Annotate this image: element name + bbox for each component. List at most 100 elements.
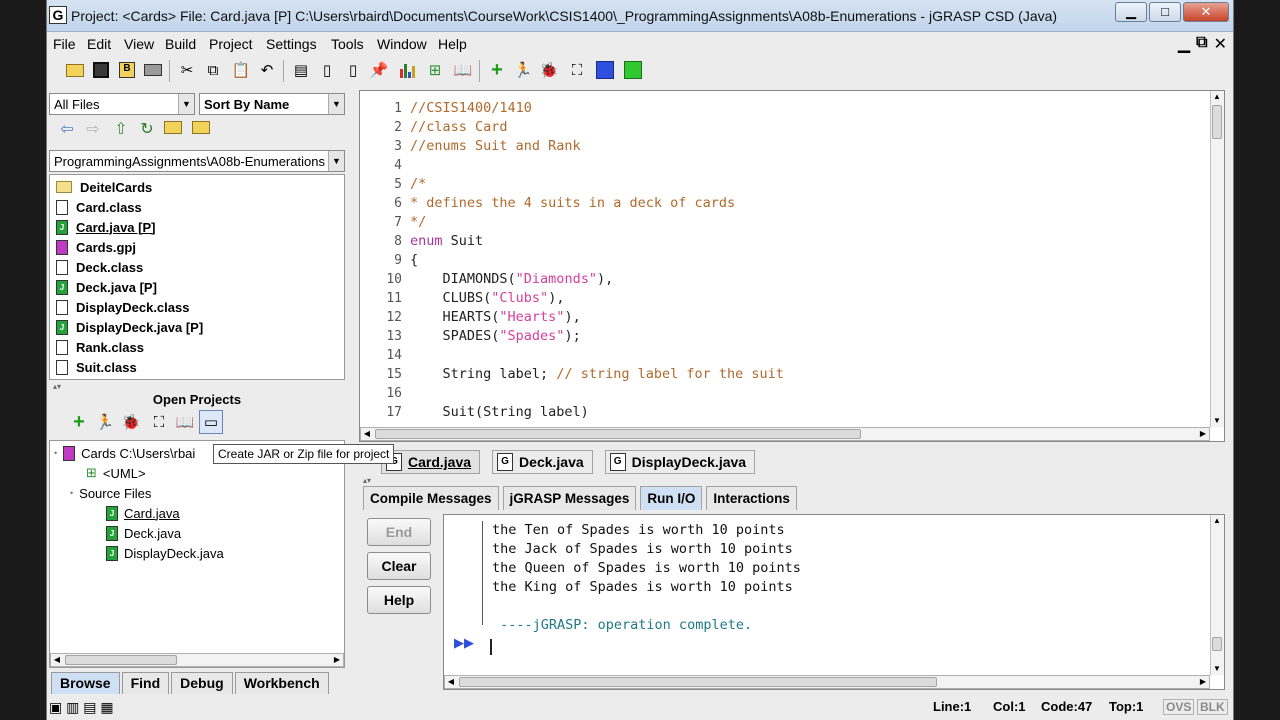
help-button[interactable]: Help [367,586,431,614]
layout-icons[interactable]: ▣ ▥ ▤ ▦ [49,699,114,716]
cut-icon[interactable]: ✂ [175,58,199,82]
run-io-output[interactable]: the Ten of Spades is worth 10 points the… [443,514,1225,690]
browse-icon[interactable]: ▤ [289,58,313,82]
viewer-project-icon[interactable]: ⛶ [147,410,171,434]
scroll-thumb[interactable] [375,429,861,439]
tab-browse[interactable]: Browse [51,672,120,694]
tab-debug[interactable]: Debug [171,672,233,694]
scroll-down-icon[interactable]: ▼ [1211,663,1223,675]
menu-project[interactable]: Project [209,36,253,52]
doc-close-button[interactable]: ✕ [1214,34,1227,54]
list-item[interactable]: DisplayDeck.class [56,297,189,317]
scroll-thumb[interactable] [1212,105,1222,139]
save-icon[interactable] [89,58,113,82]
scroll-down-icon[interactable]: ▼ [1211,415,1223,427]
output-hscrollbar[interactable]: ◀ ▶ [444,675,1210,689]
scroll-up-icon[interactable]: ▲ [1211,515,1223,527]
tab-interactions[interactable]: Interactions [706,486,797,510]
path-dropdown[interactable]: ProgrammingAssignments\A08b-Enumerations… [49,150,345,172]
tab-run-io[interactable]: Run I/O [640,486,703,510]
run-project-icon[interactable]: 🏃 [93,410,117,434]
project-root[interactable]: • Cards C:\Users\rbai [54,443,195,463]
scroll-up-icon[interactable]: ▲ [1211,91,1223,103]
tree-toggle-icon[interactable]: • [54,448,57,458]
splitter-handle[interactable]: ▴▾ [363,476,371,485]
editor-vscrollbar[interactable]: ▲ ▼ [1210,91,1224,427]
list-item[interactable]: Suit.class [56,357,137,377]
uml-icon[interactable]: ⊞ [423,58,447,82]
paste-icon[interactable]: 📋 [229,58,253,82]
debug-icon[interactable]: 🐞 [537,58,561,82]
tab-find[interactable]: Find [121,672,170,694]
scroll-right-icon[interactable]: ▶ [331,654,343,666]
list-item[interactable]: Cards.gpj [56,237,136,257]
chart-icon[interactable] [395,58,419,82]
tree-toggle-icon[interactable]: • [70,488,73,498]
splitter-handle[interactable]: ▴▾ [53,382,61,391]
file-tab-deck[interactable]: G Deck.java [492,450,593,474]
menu-file[interactable]: File [53,36,76,52]
scroll-thumb[interactable] [459,677,937,687]
source-file-item[interactable]: J Card.java [106,503,180,523]
close-button[interactable]: ✕ [1183,2,1229,22]
save-all-icon[interactable]: B [115,58,139,82]
list-item[interactable]: J Card.java [P] [56,217,155,237]
project-tree-hscrollbar[interactable]: ◀ ▶ [50,653,344,667]
undo-icon[interactable]: ↶ [255,58,279,82]
source-files-node[interactable]: • Source Files [70,483,151,503]
end-button[interactable]: End [367,518,431,546]
folder-icon[interactable] [161,118,185,142]
jar-icon[interactable]: ▭ [199,410,223,434]
run-icon[interactable]: 🏃 [511,58,535,82]
minimize-button[interactable]: ▁ [1115,2,1147,22]
sort-dropdown[interactable]: Sort By Name ▼ [199,93,345,115]
scroll-left-icon[interactable]: ◀ [361,428,373,440]
print-icon[interactable] [141,58,165,82]
up-folder-icon[interactable]: ⇧ [109,118,133,142]
clear-button[interactable]: Clear [367,552,431,580]
compile-project-icon[interactable]: + [67,410,91,434]
maximize-button[interactable]: □ [1149,2,1181,22]
viewer-icon[interactable]: ⛶ [565,58,589,82]
menu-settings[interactable]: Settings [266,36,317,52]
tab-jgrasp-messages[interactable]: jGRASP Messages [502,486,637,510]
refresh-icon[interactable]: ↻ [135,118,159,142]
square-icon[interactable] [593,58,617,82]
forward-arrow-icon[interactable]: ⇨ [81,118,105,142]
file-tab-card[interactable]: G Card.java [381,450,481,474]
menu-window[interactable]: Window [377,36,427,52]
copy-icon[interactable]: ⧉ [201,58,225,82]
scroll-thumb[interactable] [65,655,177,665]
menu-help[interactable]: Help [438,36,467,52]
list-item[interactable]: Card.class [56,197,142,217]
compile-icon[interactable]: + [485,58,509,82]
green-panel-icon[interactable] [621,58,645,82]
scroll-right-icon[interactable]: ▶ [1197,428,1209,440]
list-item[interactable]: J Deck.java [P] [56,277,157,297]
tab-compile-messages[interactable]: Compile Messages [363,486,499,510]
pin-icon[interactable]: 📌 [367,58,391,82]
list-item[interactable]: DeitelCards [56,177,152,197]
menu-view[interactable]: View [124,36,154,52]
book-project-icon[interactable]: 📖 [173,410,197,434]
source-file-item[interactable]: J DisplayDeck.java [106,543,224,563]
uml-node[interactable]: ⊞ <UML> [86,463,146,483]
menu-tools[interactable]: Tools [331,36,364,52]
output-vscrollbar[interactable]: ▲ ▼ [1210,515,1224,675]
scroll-left-icon[interactable]: ◀ [445,676,457,688]
tab-workbench[interactable]: Workbench [234,672,329,694]
scroll-left-icon[interactable]: ◀ [51,654,63,666]
back-arrow-icon[interactable]: ⇦ [55,118,79,142]
list-item[interactable]: J DisplayDeck.java [P] [56,317,203,337]
list-item[interactable]: Rank.class [56,337,144,357]
source-file-item[interactable]: J Deck.java [106,523,181,543]
doc-restore-button[interactable]: ⧉ [1196,34,1207,54]
file-tab-displaydeck[interactable]: G DisplayDeck.java [604,450,756,474]
debug-project-icon[interactable]: 🐞 [119,410,143,434]
code-area[interactable]: //CSIS1400/1410 //class Card //enums Suit … [410,99,784,422]
page-icon[interactable]: ▯ [341,58,365,82]
menu-build[interactable]: Build [165,36,196,52]
book-icon[interactable]: 📖 [451,58,475,82]
scroll-thumb[interactable] [1212,637,1222,651]
open-folder-icon[interactable] [63,58,87,82]
